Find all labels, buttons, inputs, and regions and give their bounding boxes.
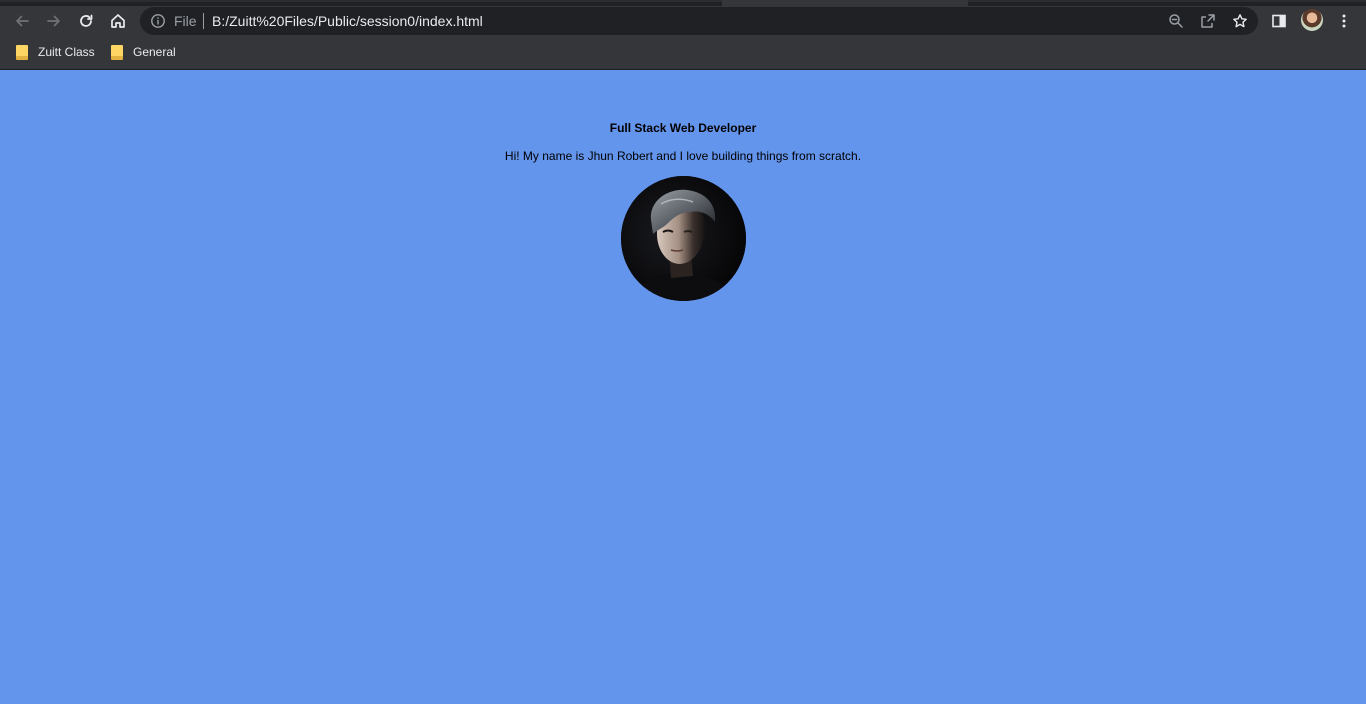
bookmark-general[interactable]: General bbox=[111, 43, 176, 61]
bookmark-zuitt-class[interactable]: Zuitt Class bbox=[16, 43, 95, 61]
zoom-icon[interactable] bbox=[1168, 13, 1184, 29]
back-button[interactable] bbox=[9, 8, 35, 34]
info-icon[interactable] bbox=[150, 13, 166, 29]
share-icon[interactable] bbox=[1200, 13, 1216, 29]
inactive-tab-edge[interactable] bbox=[968, 0, 1366, 2]
address-bar[interactable]: File B:/Zuitt%20Files/Public/session0/in… bbox=[140, 7, 1258, 35]
star-icon[interactable] bbox=[1232, 13, 1248, 29]
reload-icon bbox=[80, 14, 93, 27]
folder-icon bbox=[111, 45, 123, 60]
profile-photo-portrait bbox=[621, 176, 746, 301]
arrow-right-icon bbox=[47, 15, 60, 27]
omnibox-divider bbox=[203, 13, 204, 29]
inactive-tab-edge[interactable] bbox=[0, 0, 722, 2]
url-text[interactable]: B:/Zuitt%20Files/Public/session0/index.h… bbox=[212, 13, 483, 29]
bookmark-label: Zuitt Class bbox=[38, 45, 95, 59]
bookmark-label: General bbox=[133, 45, 176, 59]
home-button[interactable] bbox=[105, 8, 131, 34]
kebab-menu-icon bbox=[1342, 14, 1346, 28]
profile-avatar[interactable] bbox=[1301, 9, 1323, 31]
profile-photo bbox=[621, 176, 746, 301]
folder-icon bbox=[16, 45, 28, 60]
browser-toolbar: File B:/Zuitt%20Files/Public/session0/in… bbox=[0, 6, 1366, 36]
page-viewport: Full Stack Web Developer Hi! My name is … bbox=[0, 70, 1366, 704]
menu-button[interactable] bbox=[1333, 10, 1355, 32]
arrow-left-icon bbox=[16, 15, 29, 27]
bookmarks-bar: Zuitt Class General bbox=[0, 36, 1366, 70]
side-panel-button[interactable] bbox=[1268, 10, 1290, 32]
home-icon bbox=[111, 14, 125, 28]
url-scheme-label: File bbox=[174, 13, 197, 29]
forward-button[interactable] bbox=[41, 8, 67, 34]
page-title: Full Stack Web Developer bbox=[609, 121, 757, 135]
page-intro: Hi! My name is Jhun Robert and I love bu… bbox=[504, 149, 862, 163]
side-panel-icon bbox=[1272, 14, 1286, 28]
reload-button[interactable] bbox=[73, 8, 99, 34]
